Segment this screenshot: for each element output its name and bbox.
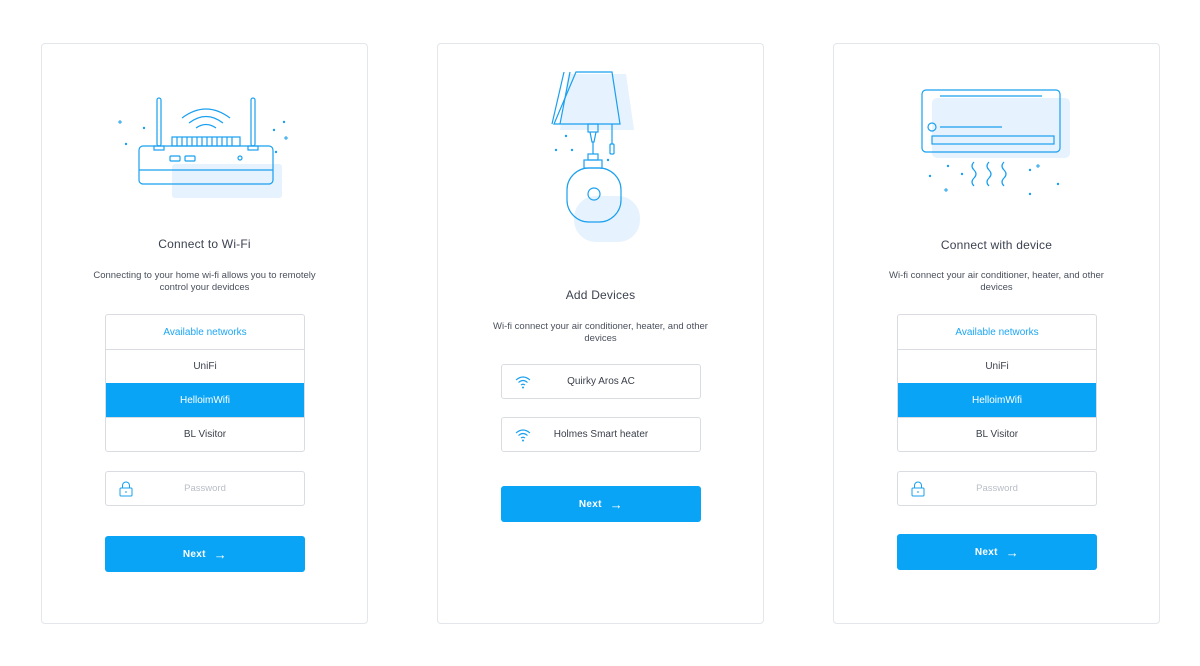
next-button[interactable]: Next → [105, 536, 305, 572]
password-placeholder: Password [976, 483, 1018, 494]
password-input[interactable]: Password [105, 471, 305, 506]
wifi-icon [515, 376, 531, 389]
arrow-right-icon: → [213, 546, 228, 562]
description: Connecting to your home wi-fi allows you… [93, 270, 316, 293]
network-list: Available networks UniFi HelloimWifi BL … [897, 314, 1097, 452]
network-item-helloimwifi[interactable]: HelloimWifi [106, 383, 304, 417]
page-title: Add Devices [565, 288, 636, 302]
next-button-label: Next [182, 548, 206, 560]
description: Wi-fi connect your air conditioner, heat… [889, 270, 1104, 293]
router-icon [118, 97, 288, 198]
air-conditioner-icon [921, 89, 1070, 196]
arrow-right-icon: → [609, 496, 624, 512]
page-title: Connect with device [940, 238, 1053, 252]
next-button[interactable]: Next → [501, 486, 701, 522]
connect-device-card: Connect with device Wi-fi connect your a… [833, 43, 1160, 624]
page-title: Connect to Wi-Fi [158, 237, 251, 251]
connect-wifi-card: Connect to Wi-Fi Connecting to your home… [41, 43, 368, 624]
network-list-header: Available networks [163, 326, 247, 338]
device-label: Quirky Aros AC [567, 376, 635, 387]
add-devices-card: Add Devices Wi-fi connect your air condi… [437, 43, 764, 624]
network-item-unifi[interactable]: UniFi [106, 349, 304, 383]
network-item-bl-visitor[interactable]: BL Visitor [106, 417, 304, 451]
lamp-icon [551, 71, 640, 242]
lock-icon [119, 481, 133, 497]
description: Wi-fi connect your air conditioner, heat… [493, 321, 708, 344]
device-item-quirky-aros-ac[interactable]: Quirky Aros AC [501, 364, 701, 399]
device-label: Holmes Smart heater [553, 429, 649, 440]
next-button-label: Next [974, 546, 998, 558]
network-list: Available networks UniFi HelloimWifi BL … [105, 314, 305, 452]
network-item-bl-visitor[interactable]: BL Visitor [898, 417, 1096, 451]
device-item-holmes-smart-heater[interactable]: Holmes Smart heater [501, 417, 701, 452]
next-button[interactable]: Next → [897, 534, 1097, 570]
arrow-right-icon: → [1005, 544, 1020, 560]
network-item-helloimwifi[interactable]: HelloimWifi [898, 383, 1096, 417]
next-button-label: Next [578, 498, 602, 510]
lock-icon [911, 481, 925, 497]
network-list-header: Available networks [955, 326, 1039, 338]
password-placeholder: Password [184, 483, 226, 494]
wifi-icon [515, 429, 531, 442]
network-item-unifi[interactable]: UniFi [898, 349, 1096, 383]
password-input[interactable]: Password [897, 471, 1097, 506]
